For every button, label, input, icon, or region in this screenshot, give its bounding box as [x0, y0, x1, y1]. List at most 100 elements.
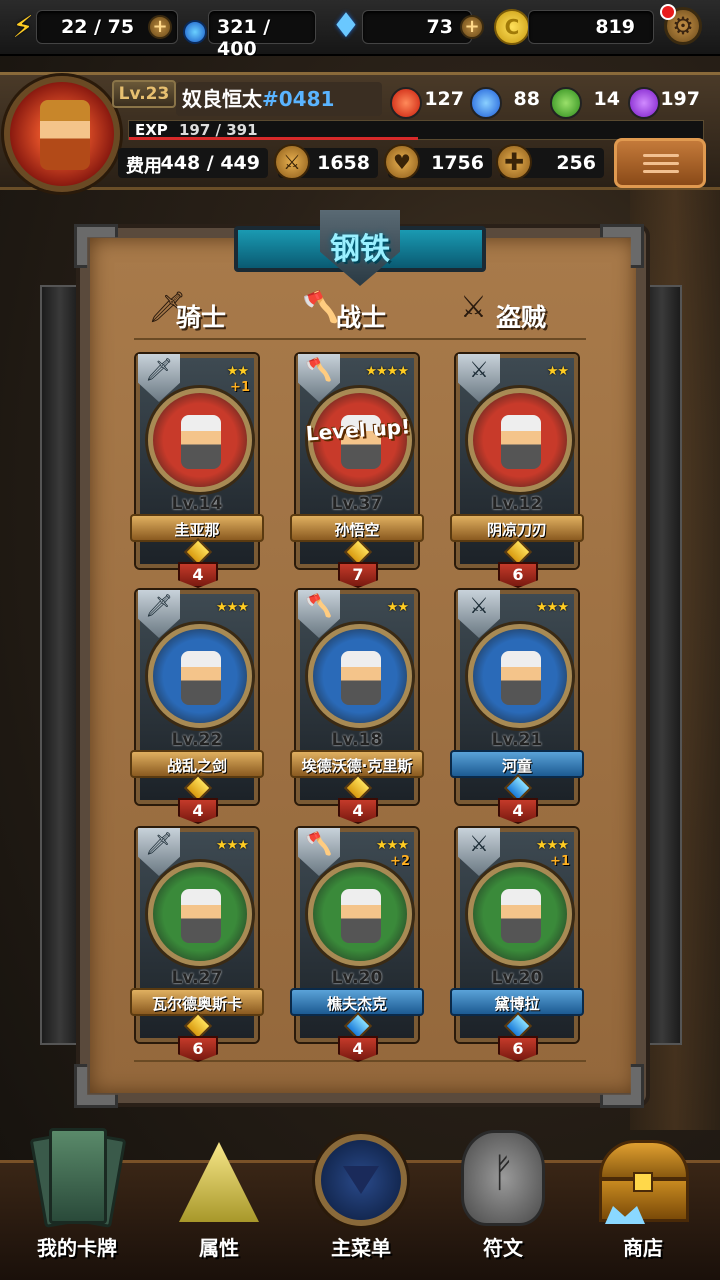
nav-attributes[interactable]: 属性 [154, 1120, 284, 1280]
player-name: 奴良恒太 [182, 87, 262, 111]
potion-counter: 321 / 400 [208, 10, 316, 60]
column-rogue: 盗贼 [496, 303, 547, 332]
dark-orb-icon [628, 87, 660, 119]
rarity-gem-icon [183, 537, 213, 567]
gem-counter: 73 [362, 10, 472, 44]
hero-portrait [148, 862, 252, 966]
left-rail [40, 285, 80, 1045]
coin-value: 819 [595, 16, 635, 38]
rarity-gem-icon [343, 1011, 373, 1041]
hero-portrait [468, 388, 572, 492]
plus-cross-icon: ✚ [496, 144, 532, 180]
emblem-icon [311, 1120, 411, 1230]
rarity-gem-icon [183, 1011, 213, 1041]
axe-icon: 🪓 [302, 290, 340, 325]
rarity-gem-icon [503, 537, 533, 567]
rarity-gem-icon [343, 773, 373, 803]
player-level: Lv.23 [112, 80, 176, 108]
lightning-icon: ⚡ [12, 9, 34, 45]
column-knight: 骑士 [176, 303, 227, 332]
star-rating: ★★ [386, 600, 409, 615]
avatar-figure [40, 100, 90, 170]
nav-shop[interactable]: 商店 [578, 1120, 708, 1280]
coin-counter: 819 [528, 10, 654, 44]
health-value: 1756 [431, 152, 484, 174]
dark-value: 197 [660, 88, 700, 110]
hero-figure [181, 415, 221, 469]
hero-figure [501, 651, 541, 705]
star-rating: ★★★★ [365, 364, 409, 379]
hero-portrait [468, 862, 572, 966]
add-gems-button[interactable]: + [460, 15, 484, 39]
hero-card[interactable]: 🗡 ★★ +1 Lv.14 圭亚那 [130, 354, 264, 568]
heal-value: 256 [556, 152, 596, 174]
hero-portrait [308, 862, 412, 966]
treasure-chest-icon [593, 1120, 693, 1230]
hero-level: Lv.20 [331, 968, 383, 988]
nav-runes[interactable]: ᚠ 符文 [438, 1120, 568, 1280]
plus-level: +1 [550, 854, 570, 869]
star-rating: ★★★ [536, 600, 569, 615]
hero-card[interactable]: 🪓 ★★★★ Level up! Lv.37 孙悟空 [290, 354, 424, 568]
nav-main-menu[interactable]: 主菜单 [296, 1120, 426, 1280]
hero-card[interactable]: 🗡 ★★★ Lv.27 瓦尔德奥斯卡 [130, 828, 264, 1042]
hero-figure [181, 651, 221, 705]
nature-value: 14 [593, 88, 620, 110]
add-energy-button[interactable]: + [148, 15, 172, 39]
star-rating: ★★★ [216, 838, 249, 853]
player-tag: #0481 [262, 87, 335, 111]
cost-label: 费用 [126, 156, 162, 177]
player-name-bar: 奴良恒太#0481 [176, 82, 382, 116]
hero-level: Lv.18 [331, 730, 383, 750]
nav-label: 商店 [623, 1236, 663, 1260]
hero-card[interactable]: 🪓 ★★★ +2 Lv.20 樵夫杰克 [290, 828, 424, 1042]
notification-dot [660, 4, 676, 20]
hero-figure [501, 415, 541, 469]
hero-level: Lv.12 [491, 494, 543, 514]
hero-card[interactable]: 🪓 ★★ Lv.18 埃德沃德·克里斯 [290, 590, 424, 804]
player-avatar[interactable] [4, 76, 120, 192]
hero-portrait [148, 388, 252, 492]
hero-card[interactable]: ⚔ ★★★ Lv.21 河童 [450, 590, 584, 804]
rarity-gem-icon [503, 773, 533, 803]
rarity-gem-icon [343, 537, 373, 567]
plus-level: +1 [230, 380, 250, 395]
hero-level: Lv.27 [171, 968, 223, 988]
hero-card[interactable]: ⚔ ★★ Lv.12 阴凉刀刃 [450, 354, 584, 568]
hero-level: Lv.14 [171, 494, 223, 514]
nav-my-cards[interactable]: 我的卡牌 [12, 1120, 142, 1280]
hero-level: Lv.22 [171, 730, 223, 750]
star-rating: ★★★ [376, 838, 409, 853]
board-title: 钢铁 [330, 232, 390, 267]
gem-value: 73 [426, 16, 453, 38]
water-value: 88 [513, 88, 540, 110]
nav-label: 符文 [483, 1236, 523, 1260]
water-orb-icon [470, 87, 502, 119]
hero-portrait [148, 624, 252, 728]
rune-stone-icon: ᚠ [453, 1120, 553, 1230]
crossed-swords-icon: ⚔ [274, 144, 310, 180]
hero-card[interactable]: 🗡 ★★★ Lv.22 战乱之剑 [130, 590, 264, 804]
right-rail [642, 285, 682, 1045]
crossed-daggers-icon: ⚔ [460, 290, 487, 325]
header-divider [134, 338, 586, 340]
hero-figure [181, 889, 221, 943]
plus-level: +2 [390, 854, 410, 869]
hero-card[interactable]: ⚔ ★★★ +1 Lv.20 黛博拉 [450, 828, 584, 1042]
attack-value: 1658 [317, 152, 370, 174]
nav-label: 属性 [199, 1236, 239, 1260]
nav-label: 主菜单 [331, 1236, 391, 1260]
hero-portrait [308, 624, 412, 728]
exp-fill [129, 137, 419, 140]
hero-figure [501, 889, 541, 943]
cost-value: 448 / 449 [160, 152, 261, 174]
triforce-icon [169, 1120, 269, 1230]
hero-level: Lv.20 [491, 968, 543, 988]
hero-portrait [468, 624, 572, 728]
cards-icon [27, 1120, 127, 1230]
fire-value: 127 [424, 88, 464, 110]
column-warrior: 战士 [336, 303, 387, 332]
hamburger-menu-button[interactable] [614, 138, 706, 188]
hero-level: Lv.21 [491, 730, 543, 750]
coin-icon: C [494, 9, 530, 45]
